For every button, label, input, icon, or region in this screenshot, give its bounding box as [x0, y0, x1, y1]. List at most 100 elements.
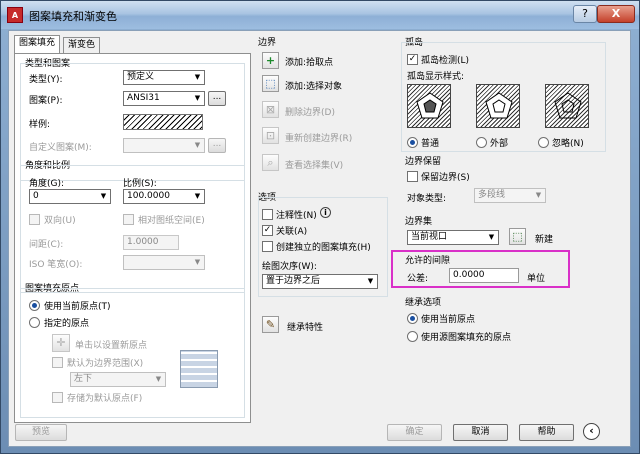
type-label: 类型(Y): — [29, 75, 63, 85]
store-default-checkbox[interactable] — [52, 392, 63, 403]
swatch-label: 样例: — [29, 120, 51, 130]
retain-heading: 边界保留 — [405, 157, 442, 167]
specified-origin-radio[interactable] — [29, 317, 40, 328]
chevron-down-icon: ▼ — [100, 192, 107, 200]
chevron-down-icon: ▼ — [155, 375, 162, 383]
tolerance-label: 公差: — [407, 274, 429, 284]
ok-button[interactable]: 确定 — [387, 424, 442, 441]
add-select-objects-label[interactable]: 添加:选择对象 — [285, 79, 342, 92]
pattern-swatch[interactable] — [123, 114, 203, 130]
tab-hatch[interactable]: 图案填充 — [14, 35, 61, 54]
view-selections-label: 查看选择集(V) — [285, 161, 344, 171]
island-style-label: 孤岛显示样式: — [407, 72, 465, 82]
chevron-down-icon: ▼ — [194, 141, 201, 149]
separate-hatches-checkbox[interactable] — [262, 241, 273, 252]
island-detection-checkbox[interactable]: ✓ — [407, 54, 418, 65]
island-outer-label: 外部 — [490, 139, 509, 149]
remove-boundaries-button[interactable]: ⊠ — [262, 101, 279, 118]
collapse-options-icon[interactable]: ‹ — [583, 423, 600, 440]
use-current-origin-inherit-radio[interactable] — [407, 313, 418, 324]
title-help-button[interactable]: ? — [573, 5, 597, 23]
angle-select[interactable]: 0 ▼ — [29, 189, 111, 204]
custom-pattern-select[interactable]: ▼ — [123, 138, 205, 153]
custom-browse-button[interactable]: ... — [208, 138, 226, 153]
retain-boundaries-checkbox[interactable] — [407, 171, 418, 182]
cancel-button[interactable]: 取消 — [453, 424, 508, 441]
island-ignore-preview[interactable] — [545, 84, 589, 128]
new-boundary-set-button[interactable]: ⬚ — [509, 228, 526, 245]
boundaries-heading: 边界 — [258, 38, 277, 48]
dialog-client: 图案填充 渐变色 类型和图案 类型(Y): 预定义 ▼ 图案(P): ANSI3… — [8, 30, 631, 447]
annotative-checkbox[interactable] — [262, 209, 273, 220]
default-extents-label: 默认为边界范围(X) — [67, 359, 144, 369]
island-normal-label: 普通 — [421, 139, 440, 149]
type-value: 预定义 — [127, 72, 155, 82]
object-type-select[interactable]: 多段线 ▼ — [474, 188, 546, 203]
title-bar[interactable]: A 图案填充和渐变色 ? X — [1, 1, 639, 29]
close-button[interactable]: X — [597, 5, 635, 23]
relative-paper-checkbox[interactable] — [123, 214, 134, 225]
separate-hatches-label: 创建独立的图案填充(H) — [276, 243, 371, 253]
preview-button[interactable]: 预览 — [15, 424, 67, 441]
help-button[interactable]: 帮助 — [519, 424, 574, 441]
island-outer-preview[interactable] — [476, 84, 520, 128]
hatch-tab-panel: 类型和图案 类型(Y): 预定义 ▼ 图案(P): ANSI31 ▼ ... 样… — [14, 53, 251, 423]
remove-boundaries-label: 删除边界(D) — [285, 108, 335, 118]
associative-label: 关联(A) — [276, 227, 308, 237]
island-ignore-radio[interactable] — [538, 137, 549, 148]
autocad-app-icon: A — [7, 7, 23, 23]
select-objects-icon: ⬚ — [265, 77, 276, 90]
object-type-value: 多段线 — [478, 190, 506, 200]
brush-icon: ✎ — [265, 318, 276, 331]
add-select-objects-button[interactable]: ⬚ — [262, 75, 279, 92]
pentagon-icon — [554, 92, 582, 119]
view-selections-button[interactable]: ⌕ — [262, 154, 279, 171]
click-set-origin-button[interactable]: ✛ — [52, 334, 70, 352]
island-outer-radio[interactable] — [476, 137, 487, 148]
pattern-label: 图案(P): — [29, 96, 63, 106]
default-extents-checkbox[interactable] — [52, 357, 63, 368]
pattern-select[interactable]: ANSI31 ▼ — [123, 91, 205, 106]
specified-origin-label: 指定的原点 — [44, 319, 90, 329]
type-select[interactable]: 预定义 ▼ — [123, 70, 205, 85]
scale-value: 100.0000 — [127, 191, 170, 201]
associative-checkbox[interactable]: ✓ — [262, 225, 273, 236]
use-source-origin-radio[interactable] — [407, 331, 418, 342]
use-source-origin-label: 使用源图案填充的原点 — [421, 333, 512, 343]
magnifier-icon: ⌕ — [267, 156, 274, 169]
chevron-down-icon: ▼ — [367, 277, 374, 285]
tolerance-input[interactable]: 0.0000 — [449, 268, 519, 283]
inherit-properties-label[interactable]: 继承特性 — [287, 320, 323, 333]
use-current-origin-radio[interactable] — [29, 300, 40, 311]
draw-order-select[interactable]: 置于边界之后 ▼ — [262, 274, 378, 289]
add-pick-points-label[interactable]: 添加:拾取点 — [285, 55, 333, 68]
click-set-origin-label: 单击以设置新原点 — [75, 341, 148, 351]
iso-pen-select[interactable]: ▼ — [123, 255, 205, 270]
use-current-origin-label: 使用当前原点(T) — [44, 302, 111, 312]
scale-select[interactable]: 100.0000 ▼ — [123, 189, 205, 204]
pattern-browse-button[interactable]: ... — [208, 91, 226, 106]
gap-tolerance-heading: 允许的间隙 — [405, 256, 451, 266]
origin-position-select[interactable]: 左下 ▼ — [70, 372, 166, 387]
island-ignore-label: 忽略(N) — [552, 139, 584, 149]
chevron-down-icon: ▼ — [194, 73, 201, 81]
recreate-boundary-button[interactable]: ⊡ — [262, 127, 279, 144]
remove-icon: ⊠ — [265, 103, 276, 116]
spacing-input[interactable]: 1.0000 — [123, 235, 179, 250]
chevron-down-icon: ▼ — [194, 258, 201, 266]
store-default-label: 存储为默认原点(F) — [67, 394, 143, 404]
recreate-boundary-label: 重新创建边界(R) — [285, 134, 353, 144]
spacing-label: 间距(C): — [29, 240, 64, 250]
draw-order-label: 绘图次序(W): — [262, 262, 317, 272]
island-normal-preview[interactable] — [407, 84, 451, 128]
add-pick-points-button[interactable]: + — [262, 52, 279, 69]
boundary-set-select[interactable]: 当前视口 ▼ — [407, 230, 499, 245]
double-checkbox[interactable] — [29, 214, 40, 225]
chevron-down-icon: ▼ — [488, 233, 495, 241]
inherit-properties-button[interactable]: ✎ — [262, 316, 279, 333]
use-current-origin-inherit-label: 使用当前原点 — [421, 315, 476, 325]
dialog-window: A 图案填充和渐变色 ? X 图案填充 渐变色 类型和图案 类型(Y): 预定义… — [0, 0, 640, 454]
tab-gradient[interactable]: 渐变色 — [63, 37, 101, 53]
info-icon[interactable]: i — [320, 207, 331, 218]
island-normal-radio[interactable] — [407, 137, 418, 148]
